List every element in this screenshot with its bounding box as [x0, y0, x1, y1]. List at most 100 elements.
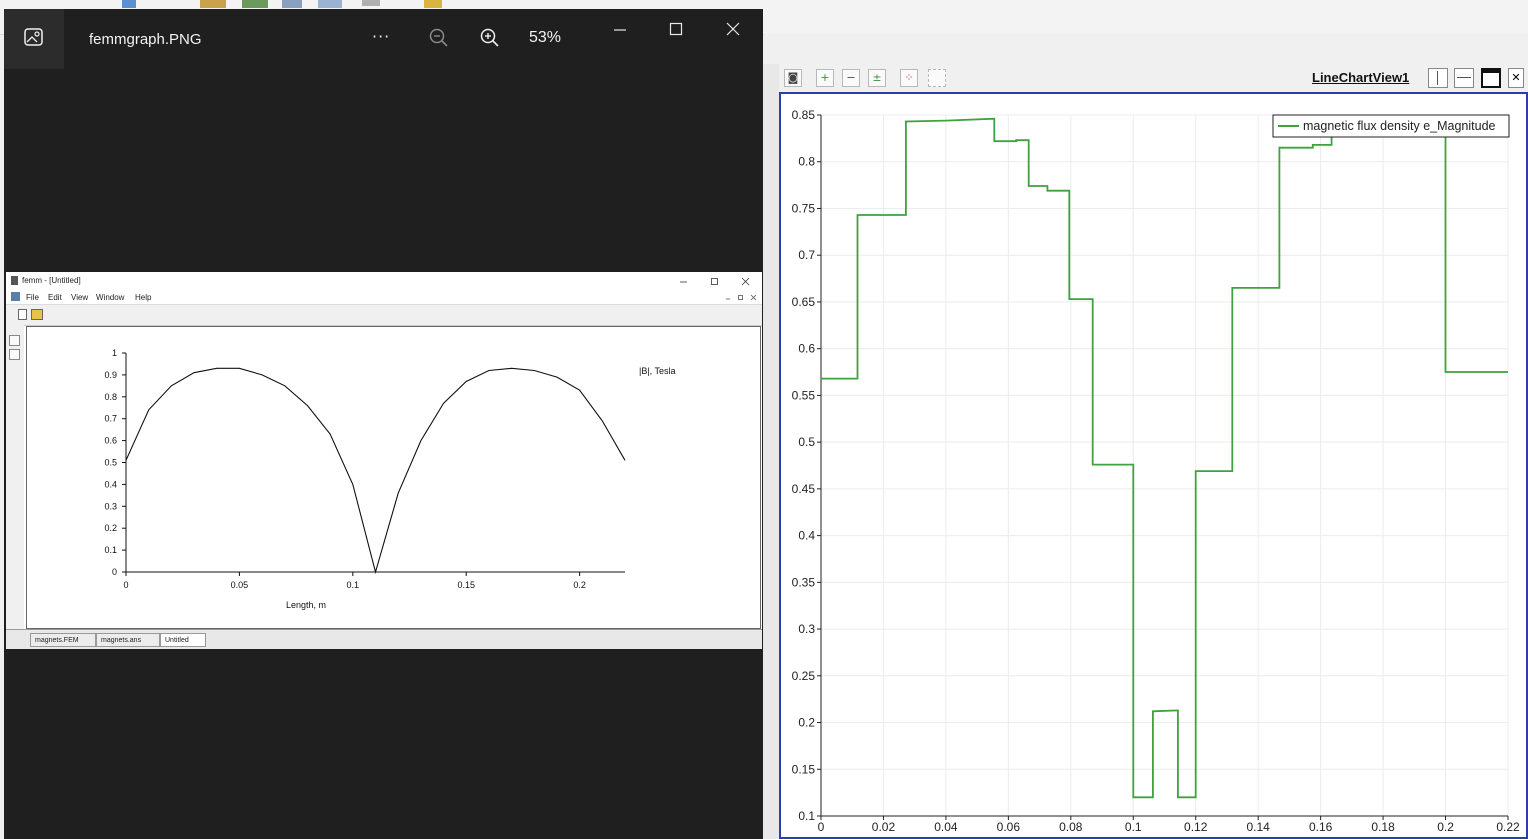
y-tick-label: 0.5	[104, 458, 117, 468]
clear-selection-icon[interactable]	[928, 69, 946, 87]
femm-menu-view: View	[71, 293, 89, 302]
x-tick-label: 0.1	[1125, 820, 1142, 834]
y-tick-label: 0.75	[792, 201, 816, 215]
femm-tab-label: magnets.ans	[101, 637, 142, 644]
femm-tab-untitled: Untitled	[160, 633, 206, 647]
x-tick-label: 0.16	[1309, 820, 1333, 834]
legend-label: magnetic flux density e_Magnitude	[1303, 119, 1496, 133]
split-vertical-icon[interactable]	[1454, 68, 1474, 88]
file-name: femmgraph.PNG	[89, 31, 202, 48]
y-tick-label: 0.65	[792, 295, 816, 309]
new-file-icon	[18, 309, 27, 320]
y-tick-label: 0.8	[104, 392, 117, 402]
y-tick-label: 0.45	[792, 482, 816, 496]
femm-menubar: File Edit View Window Help	[6, 290, 762, 305]
chart-legend: magnetic flux density e_Magnitude	[1272, 114, 1510, 138]
toolbar-icon[interactable]	[282, 0, 302, 8]
x-axis-label: Length, m	[286, 600, 326, 610]
femm-title: femm - [Untitled]	[22, 276, 81, 285]
y-tick-label: 0.7	[798, 248, 815, 262]
y-tick-label: 1	[112, 348, 117, 358]
add-selection-icon[interactable]: +	[816, 69, 834, 87]
femm-window-controls	[680, 277, 750, 286]
photos-viewer-window: femmgraph.PNG ··· 53% femm - [Untitled] …	[4, 9, 763, 839]
x-tick-label: 0.12	[1184, 820, 1208, 834]
x-tick-label: 0.08	[1059, 820, 1083, 834]
paraview-line-chart[interactable]: 0.1 0.15 0.2 0.25 0.3 0.35 0.4 0.45 0.5 0.55 0.6 0.…	[781, 94, 1526, 837]
femm-tab-fem: magnets.FEM	[30, 633, 96, 647]
y-tick-label: 0.9	[104, 370, 117, 380]
y-tick-label: 0.7	[104, 414, 117, 424]
series-line	[821, 117, 1508, 799]
y-tick-label: 0.2	[104, 523, 117, 533]
toggle-selection-icon[interactable]: ±	[868, 69, 886, 87]
y-tick-label: 0.2	[798, 716, 815, 730]
y-tick-label: 0.3	[104, 501, 117, 511]
femm-screenshot-image: femm - [Untitled] File Edit View Window …	[6, 272, 762, 649]
femm-tab-label: Untitled	[165, 637, 189, 644]
series-line	[125, 367, 626, 575]
close-button[interactable]	[725, 21, 741, 41]
femm-tool-icon	[9, 349, 20, 360]
toolbar-icon[interactable]	[122, 0, 136, 8]
femm-menu-file: File	[26, 293, 39, 302]
camera-icon[interactable]: ◙	[784, 69, 802, 87]
select-points-icon[interactable]: ⁘	[900, 69, 918, 87]
zoom-in-icon[interactable]	[479, 27, 501, 53]
more-options-button[interactable]: ···	[372, 27, 390, 46]
y-tick-label: 0.3	[798, 622, 815, 636]
split-horizontal-icon[interactable]	[1428, 68, 1448, 88]
x-tick-label: 0.02	[872, 820, 896, 834]
femm-titlebar: femm - [Untitled]	[6, 272, 762, 290]
minimize-button[interactable]	[612, 23, 628, 43]
maximize-view-icon[interactable]	[1481, 68, 1501, 88]
femm-menu-window: Window	[96, 293, 125, 302]
x-tick-label: 0	[123, 580, 128, 590]
x-tick-label: 0.05	[231, 580, 249, 590]
x-tick-label: 0	[818, 820, 825, 834]
subtract-selection-icon[interactable]: −	[842, 69, 860, 87]
y-tick-label: 0.6	[798, 342, 815, 356]
femm-menu-edit: Edit	[48, 293, 62, 302]
femm-doc-icon	[11, 292, 20, 301]
zoom-out-icon[interactable]	[428, 27, 450, 53]
femm-app-icon	[11, 276, 18, 285]
paraview-secondary-bar	[764, 34, 1528, 64]
view-title: LineChartView1	[1312, 70, 1410, 85]
femm-child-controls	[726, 294, 757, 301]
y-tick-label: 0.5	[798, 435, 815, 449]
y-tick-label: 0.1	[104, 545, 117, 555]
y-tick-label: 0.8	[798, 155, 815, 169]
maximize-button[interactable]	[668, 21, 684, 41]
y-tick-label: 0.6	[104, 436, 117, 446]
x-tick-label: 0.18	[1371, 820, 1395, 834]
x-tick-label: 0.06	[997, 820, 1021, 834]
photos-app-icon	[4, 9, 64, 69]
femm-document-tabs: magnets.FEM magnets.ans Untitled	[6, 629, 762, 649]
y-tick-label: 0.1	[798, 809, 815, 823]
y-tick-label: 0	[112, 567, 117, 577]
y-tick-label: 0.15	[792, 762, 816, 776]
close-view-icon[interactable]: ✕	[1508, 68, 1524, 88]
plot-annotation: |B|, Tesla	[639, 366, 676, 376]
femm-tab-label: magnets.FEM	[35, 637, 79, 644]
femm-sidebar	[6, 325, 24, 630]
toolbar-icon[interactable]	[200, 0, 226, 8]
view-toolbar: ◙ + − ± ⁘ LineChartView1 ✕	[764, 64, 1528, 93]
x-tick-label: 0.15	[457, 580, 475, 590]
y-tick-label: 0.55	[792, 388, 816, 402]
x-tick-label: 0.2	[573, 580, 586, 590]
toolbar-icon[interactable]	[424, 0, 442, 8]
x-tick-label: 0.1	[347, 580, 360, 590]
line-chart-view[interactable]: 0.1 0.15 0.2 0.25 0.3 0.35 0.4 0.45 0.5 0.55 0.6 0.…	[779, 92, 1528, 839]
x-tick-label: 0.22	[1496, 820, 1520, 834]
femm-tab-ans: magnets.ans	[96, 633, 160, 647]
toolbar-icon[interactable]	[242, 0, 268, 8]
y-tick-label: 0.85	[792, 108, 816, 122]
toolbar-icon[interactable]	[318, 0, 342, 8]
splitter-handle[interactable]	[762, 64, 779, 839]
open-folder-icon	[31, 309, 43, 320]
toolbar-icon[interactable]	[362, 0, 380, 6]
femm-line-plot: 0 0.1 0.2 0.3 0.4 0.5 0.6 0.7 0.8 0.9 1 0 0.05 0.1 0.1…	[104, 348, 676, 610]
femm-tool-icon	[9, 335, 20, 346]
